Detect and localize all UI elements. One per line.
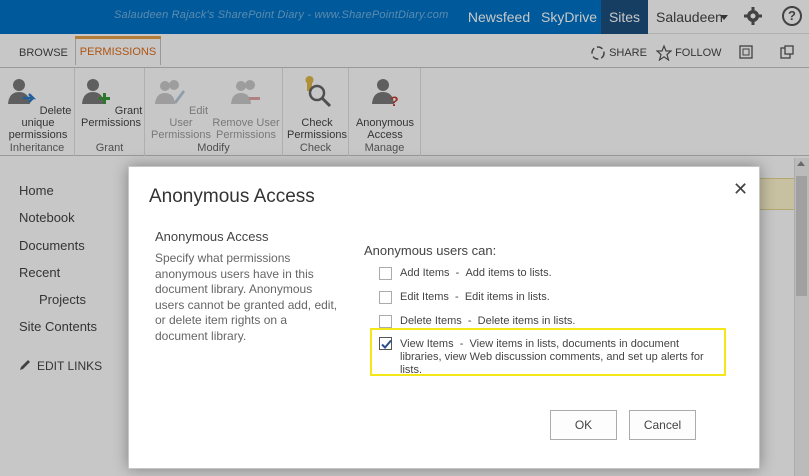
close-icon[interactable]: ✕ xyxy=(733,179,748,200)
ok-button[interactable]: OK xyxy=(550,410,617,440)
checkbox-view-items[interactable] xyxy=(379,337,392,350)
option-add-items-text: Add Items - Add items to lists. xyxy=(400,267,552,279)
anonymous-access-dialog: Anonymous Access ✕ Anonymous Access Spec… xyxy=(128,166,760,469)
section-description: Specify what permissions anonymous users… xyxy=(155,251,338,343)
checkbox-edit-items[interactable] xyxy=(379,291,392,304)
option-delete-items-text: Delete Items - Delete items in lists. xyxy=(400,315,576,327)
option-edit-items-text: Edit Items - Edit items in lists. xyxy=(400,291,550,303)
dialog-title: Anonymous Access xyxy=(149,186,315,207)
option-view-items-text: View Items - View items in lists, docume… xyxy=(400,338,704,376)
checkbox-delete-items[interactable] xyxy=(379,315,392,328)
options-label: Anonymous users can: xyxy=(364,243,497,258)
checkmark-icon xyxy=(381,339,392,349)
checkbox-add-items[interactable] xyxy=(379,267,392,280)
cancel-button[interactable]: Cancel xyxy=(629,410,696,440)
section-title: Anonymous Access xyxy=(155,229,269,244)
